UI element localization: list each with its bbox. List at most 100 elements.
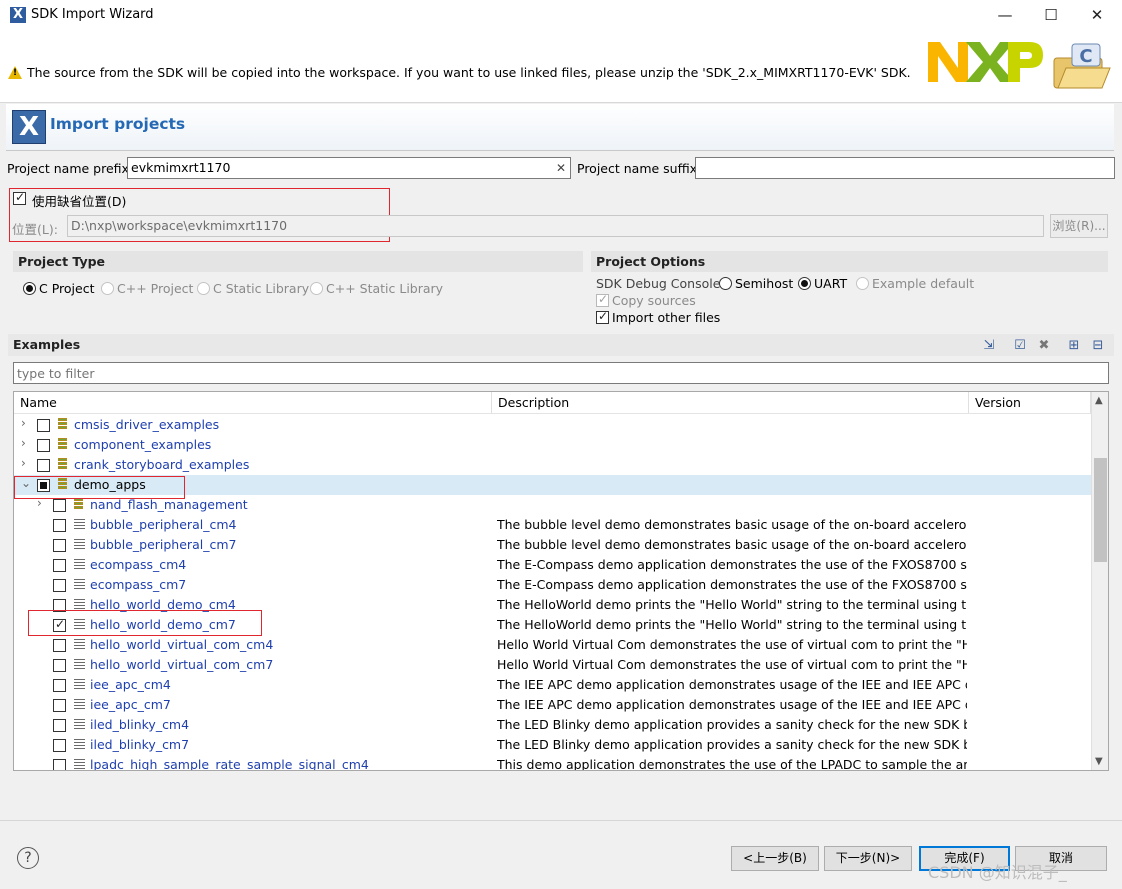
default-location-checkbox[interactable]: [13, 190, 26, 205]
row-checkbox[interactable]: [53, 559, 66, 572]
row-checkbox[interactable]: [53, 679, 66, 692]
table-row[interactable]: iee_apc_cm4 The IEE APC demo application …: [14, 675, 1091, 695]
scroll-down-icon[interactable]: ▼: [1095, 756, 1103, 767]
library-icon: [58, 458, 67, 472]
row-checkbox[interactable]: [53, 699, 66, 712]
row-checkbox[interactable]: [53, 759, 66, 770]
examples-header: Examples: [8, 334, 1114, 356]
option-uart: UART: [814, 276, 848, 291]
deselect-all-icon[interactable]: ✖: [1036, 338, 1052, 354]
import-projects-icon: X: [12, 110, 46, 144]
project-file-icon: [74, 719, 85, 730]
scrollbar-thumb[interactable]: [1094, 458, 1107, 562]
table-row[interactable]: ecompass_cm7 The E-Compass demo applicati…: [14, 575, 1091, 595]
table-row[interactable]: iled_blinky_cm4 The LED Blinky demo appli…: [14, 715, 1091, 735]
location-label: 位置(L):: [12, 222, 58, 237]
column-header-version[interactable]: Version: [969, 392, 1091, 413]
clear-prefix-icon[interactable]: ✕: [556, 161, 566, 175]
radio-c-project[interactable]: [23, 282, 36, 295]
row-name: bubble_peripheral_cm7: [90, 537, 237, 552]
radio-cpp-project[interactable]: [101, 282, 114, 295]
project-type-header: Project Type: [13, 251, 583, 272]
row-checkbox[interactable]: [37, 459, 50, 472]
expand-chevron-icon[interactable]: ›: [21, 416, 26, 430]
project-file-icon: [74, 519, 85, 530]
project-file-icon: [74, 759, 85, 770]
table-row[interactable]: › cmsis_driver_examples: [14, 415, 1091, 435]
expand-chevron-icon[interactable]: ›: [21, 456, 26, 470]
row-name: ecompass_cm7: [90, 577, 187, 592]
table-row[interactable]: ecompass_cm4 The E-Compass demo applicati…: [14, 555, 1091, 575]
row-description: The bubble level demo demonstrates basic…: [497, 517, 967, 532]
copy-sources-checkbox[interactable]: [596, 292, 609, 307]
row-name: lpadc_high_sample_rate_sample_signal_cm4: [90, 757, 369, 771]
row-name: component_examples: [74, 437, 212, 452]
row-checkbox[interactable]: [53, 719, 66, 732]
import-from-file-icon[interactable]: ⇲: [981, 338, 997, 354]
row-name: iee_apc_cm7: [90, 697, 171, 712]
radio-example-default[interactable]: [856, 277, 869, 290]
row-checkbox[interactable]: [53, 499, 66, 512]
table-row[interactable]: lpadc_high_sample_rate_sample_signal_cm4…: [14, 755, 1091, 771]
option-cpp-project: C++ Project: [117, 281, 194, 296]
suffix-input[interactable]: [695, 157, 1115, 179]
row-description: The LED Blinky demo application provides…: [497, 717, 967, 732]
maximize-button[interactable]: ☐: [1028, 0, 1074, 30]
row-checkbox[interactable]: [53, 639, 66, 652]
next-button[interactable]: 下一步(N)>: [824, 846, 912, 871]
project-file-icon: [74, 699, 85, 710]
table-row[interactable]: iled_blinky_cm7 The LED Blinky demo appli…: [14, 735, 1091, 755]
project-file-icon: [74, 639, 85, 650]
expand-chevron-icon[interactable]: ›: [21, 436, 26, 450]
import-other-files-checkbox[interactable]: [596, 309, 609, 324]
back-button[interactable]: <上一步(B): [731, 846, 819, 871]
column-header-description[interactable]: Description: [492, 392, 969, 413]
row-checkbox[interactable]: [53, 539, 66, 552]
option-c-project: C Project: [39, 281, 95, 296]
minimize-button[interactable]: —: [982, 0, 1028, 30]
table-row[interactable]: bubble_peripheral_cm4 The bubble level de…: [14, 515, 1091, 535]
radio-uart[interactable]: [798, 277, 811, 290]
table-row[interactable]: › component_examples: [14, 435, 1091, 455]
row-checkbox[interactable]: [53, 579, 66, 592]
table-row[interactable]: hello_world_virtual_com_cm4 Hello World V…: [14, 635, 1091, 655]
import-other-files-label: Import other files: [612, 310, 721, 325]
project-folder-icon: C: [1053, 43, 1111, 89]
banner-divider: [6, 150, 1114, 151]
warning-message: The source from the SDK will be copied i…: [27, 65, 911, 80]
row-checkbox[interactable]: [53, 659, 66, 672]
row-description: Hello World Virtual Com demonstrates the…: [497, 637, 967, 652]
row-checkbox[interactable]: [37, 419, 50, 432]
radio-semihost[interactable]: [719, 277, 732, 290]
table-row[interactable]: iee_apc_cm7 The IEE APC demo application …: [14, 695, 1091, 715]
close-button[interactable]: ✕: [1074, 0, 1120, 30]
expand-all-icon[interactable]: ⊞: [1066, 338, 1082, 354]
project-file-icon: [74, 659, 85, 670]
app-icon: X: [10, 7, 26, 23]
browse-button[interactable]: 浏览(R)...: [1050, 214, 1108, 238]
location-input[interactable]: D:\nxp\workspace\evkmimxrt1170: [67, 215, 1044, 237]
project-file-icon: [74, 599, 85, 610]
radio-cpp-static-library[interactable]: [310, 282, 323, 295]
row-checkbox[interactable]: [53, 739, 66, 752]
row-description: The bubble level demo demonstrates basic…: [497, 537, 967, 552]
column-header-name[interactable]: Name: [14, 392, 492, 413]
collapse-all-icon[interactable]: ⊟: [1090, 338, 1106, 354]
scroll-up-icon[interactable]: ▲: [1095, 395, 1103, 406]
examples-table: Name Description Version › cmsis_driver_e…: [13, 391, 1109, 771]
option-example-default: Example default: [872, 276, 975, 291]
select-all-icon[interactable]: ☑: [1012, 338, 1028, 354]
prefix-input[interactable]: evkmimxrt1170: [127, 157, 571, 179]
help-icon[interactable]: ?: [17, 847, 39, 869]
row-checkbox[interactable]: [53, 519, 66, 532]
vertical-scrollbar[interactable]: ▲ ▼: [1091, 392, 1108, 770]
table-row[interactable]: bubble_peripheral_cm7 The bubble level de…: [14, 535, 1091, 555]
radio-c-static-library[interactable]: [197, 282, 210, 295]
filter-input[interactable]: [13, 362, 1109, 384]
banner-title: Import projects: [50, 115, 186, 133]
row-name: iled_blinky_cm4: [90, 717, 190, 732]
table-row[interactable]: › crank_storyboard_examples: [14, 455, 1091, 475]
table-row[interactable]: hello_world_virtual_com_cm7 Hello World V…: [14, 655, 1091, 675]
project-file-icon: [74, 579, 85, 590]
row-checkbox[interactable]: [37, 439, 50, 452]
